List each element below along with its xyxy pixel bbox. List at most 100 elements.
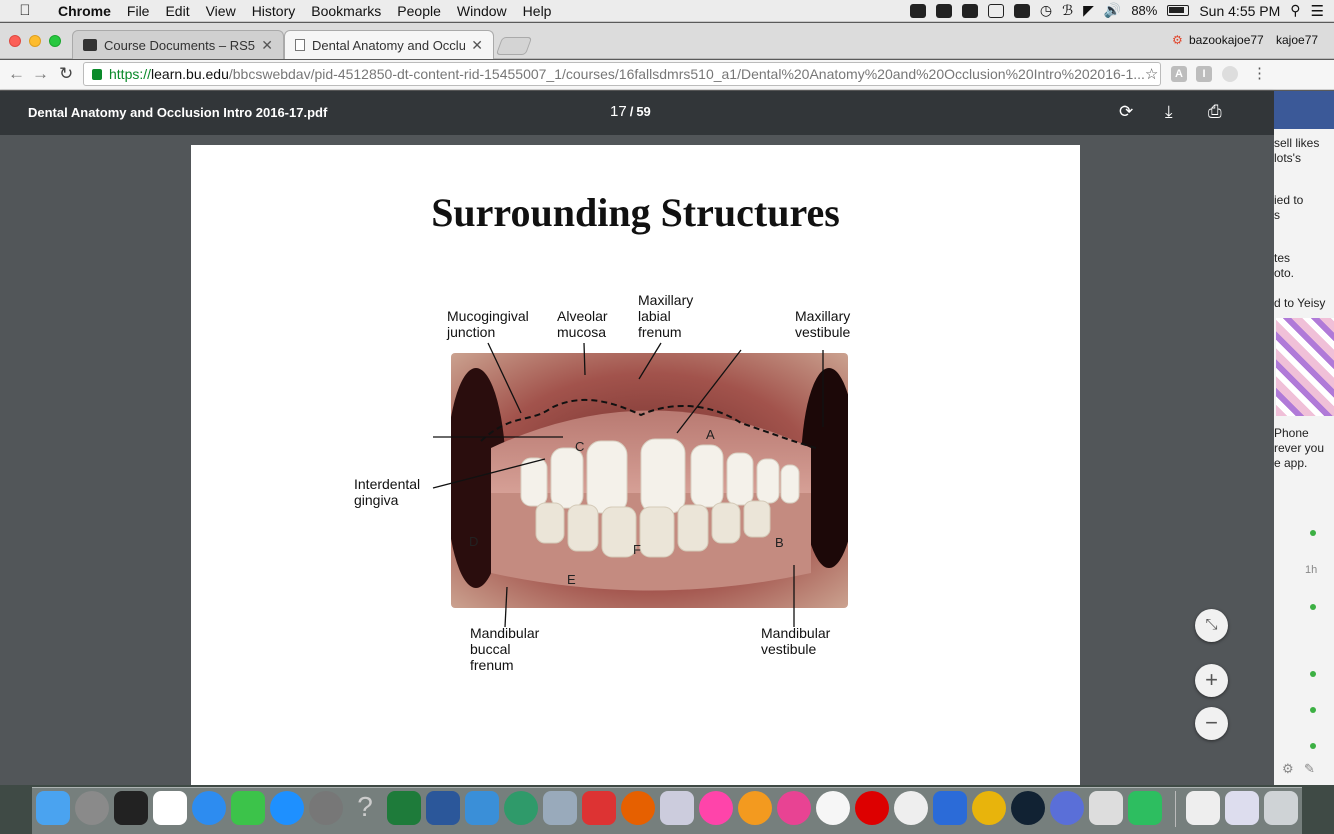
zoom-window-button[interactable] [49,35,61,47]
extension-a-icon[interactable]: A [1171,66,1187,82]
forward-arrow-icon[interactable]: → [32,64,49,84]
preview-icon[interactable] [543,791,577,825]
list-app-icon[interactable] [933,791,967,825]
minimize-window-button[interactable] [29,35,41,47]
tab-course-documents[interactable]: Course Documents – RS510 A ✕ [72,30,284,59]
itunes-icon[interactable] [777,791,811,825]
game-icon[interactable] [894,791,928,825]
menu-app-name[interactable]: Chrome [50,3,119,19]
evernote-tray-icon[interactable] [909,3,926,18]
close-tab-icon[interactable]: ✕ [465,37,483,54]
spotlight-icon[interactable]: ⚲ [1290,2,1300,19]
finder-icon[interactable] [36,791,70,825]
pdf-viewer[interactable]: Surrounding Structures Mucogingival junc… [0,135,1274,790]
feed-snippet: ied to s [1274,193,1304,222]
firefox-icon[interactable] [621,791,655,825]
trash-icon[interactable] [1264,791,1298,825]
bookmark-star-icon[interactable]: ☆ [1145,65,1160,83]
apple-icon[interactable]:  [0,2,50,19]
chrome-icon[interactable] [972,791,1006,825]
launchpad-icon[interactable] [75,791,109,825]
feed-snippet: sell likes lots's [1274,136,1320,165]
time-machine-icon[interactable]: ◷ [1040,2,1052,19]
blackboard-icon [83,39,97,51]
feed-snippet: Phone rever you e app. [1274,426,1325,470]
current-page-input[interactable]: 17 [610,103,627,120]
bluetooth-icon[interactable]: ℬ [1062,2,1073,19]
extension-i-icon[interactable]: I [1196,66,1212,82]
people-icon[interactable] [465,791,499,825]
figure-letter-a: A [706,427,715,442]
browser-toolbar: ← → ↻ https:// learn.bu.edu /bbcswebdav/… [0,60,1334,90]
alarm-tray-icon[interactable] [961,3,978,18]
download-icon[interactable]: ⤓ [1165,102,1173,122]
graphic-app-icon[interactable] [1089,791,1123,825]
print-icon[interactable]: ⎙ [1208,102,1222,122]
ibooks-icon[interactable] [738,791,772,825]
rotate-icon[interactable]: ⟳ [1119,102,1133,122]
close-tab-icon[interactable]: ✕ [255,37,273,54]
battery-percent[interactable]: 88% [1131,3,1157,18]
wifi-icon[interactable]: ◤ [1083,2,1094,19]
settings-gear-icon[interactable]: ⚙ [1282,761,1294,777]
menu-window[interactable]: Window [449,3,515,19]
image-capture-icon[interactable] [660,791,694,825]
address-bar[interactable]: https:// learn.bu.edu /bbcswebdav/pid-45… [83,62,1161,86]
fit-to-page-button[interactable]: ⤡ [1195,609,1228,642]
documents-folder-icon[interactable] [1186,791,1220,825]
word-icon[interactable] [426,791,460,825]
online-dot [1310,604,1316,610]
pdf-toolbar: Dental Anatomy and Occlusion Intro 2016-… [0,91,1274,135]
clock-app-icon[interactable] [1011,791,1045,825]
feed-snippet: d to Yeisy [1274,296,1326,310]
opera-icon[interactable] [855,791,889,825]
tab-dental-anatomy[interactable]: Dental Anatomy and Occlusion ✕ [284,30,494,59]
dock-divider [1175,791,1176,827]
reload-icon[interactable]: ↻ [59,64,73,84]
photos-icon[interactable] [699,791,733,825]
mission-control-icon[interactable] [114,791,148,825]
calendar-icon[interactable] [153,791,187,825]
menu-bookmarks[interactable]: Bookmarks [303,3,389,19]
new-tab-button[interactable] [495,37,533,55]
notification-tray-icon[interactable] [1013,3,1030,18]
notification-center-icon[interactable]: ☰ [1311,2,1324,20]
tab-strip: Course Documents – RS510 A ✕ Dental Anat… [0,23,1334,59]
excel-icon[interactable] [387,791,421,825]
download-extension-icon[interactable] [1222,66,1238,82]
close-window-button[interactable] [9,35,21,47]
powerpoint-icon[interactable] [582,791,616,825]
network-icon[interactable] [504,791,538,825]
facetime-icon[interactable] [231,791,265,825]
volume-icon[interactable]: 🔊 [1104,2,1121,19]
menu-history[interactable]: History [244,3,304,19]
menu-help[interactable]: Help [515,3,560,19]
back-arrow-icon[interactable]: ← [8,64,25,84]
app-store-icon[interactable] [270,791,304,825]
menu-people[interactable]: People [389,3,449,19]
evernote-icon[interactable] [1128,791,1162,825]
menu-edit[interactable]: Edit [157,3,197,19]
url-host: learn.bu.edu [151,66,229,82]
menu-view[interactable]: View [198,3,244,19]
help-icon[interactable]: ? [348,791,382,825]
system-preferences-icon[interactable] [309,791,343,825]
dictionary-icon[interactable] [816,791,850,825]
zoom-in-button[interactable]: + [1195,664,1228,697]
downloads-icon[interactable] [1225,791,1259,825]
menu-file[interactable]: File [119,3,158,19]
chrome-menu-icon[interactable]: ⋮ [1252,64,1267,82]
zoom-out-button[interactable]: − [1195,707,1228,740]
shield-tray-icon[interactable] [987,3,1004,18]
online-dot [1310,743,1316,749]
label-maxillary-labial-frenum: Maxillary labial frenum [638,292,694,340]
battery-icon[interactable] [1167,5,1190,16]
messages-icon[interactable] [192,791,226,825]
clock[interactable]: Sun 4:55 PM [1199,3,1280,19]
profile-name[interactable]: bazookajoe77 [1189,33,1264,47]
profile-badge-icon[interactable]: ⚙ [1172,33,1183,47]
app-tray-icon[interactable] [935,3,952,18]
safari-icon[interactable] [1050,791,1084,825]
compose-icon[interactable]: ✎ [1304,761,1315,777]
tab-title: Course Documents – RS510 A [104,37,256,53]
